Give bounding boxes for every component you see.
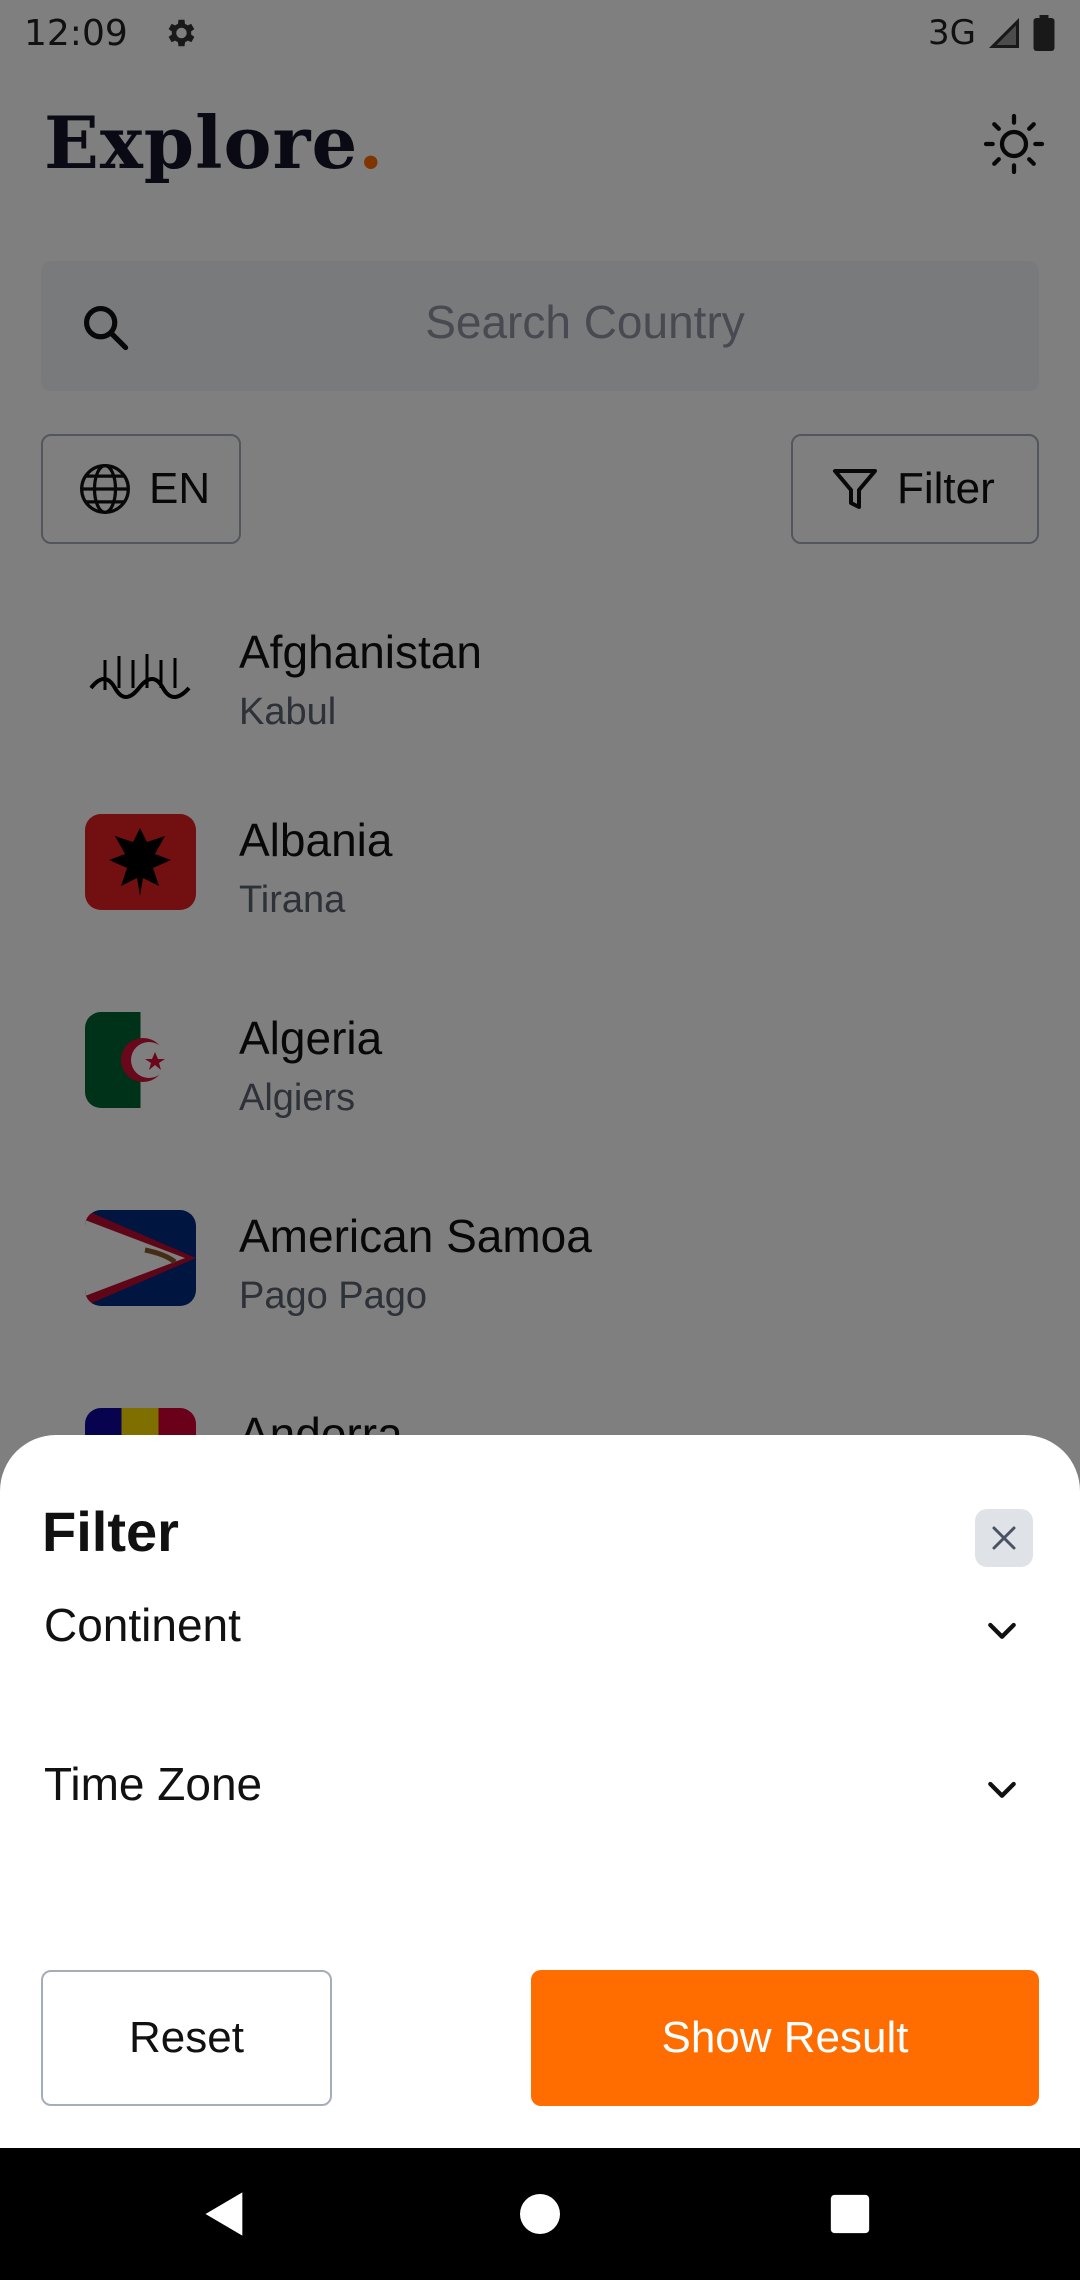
time-zone-label: Time Zone <box>44 1758 263 1810</box>
system-nav-bar <box>0 2148 1080 2280</box>
time-zone-dropdown[interactable]: Time Zone <box>0 1731 1080 1841</box>
close-icon <box>992 1526 1016 1550</box>
back-icon <box>205 2192 243 2236</box>
back-button[interactable] <box>195 2184 255 2244</box>
filter-sheet: Filter Continent Time Zone Reset Show Re… <box>0 1435 1080 2148</box>
close-button[interactable] <box>975 1509 1033 1567</box>
home-button[interactable] <box>510 2184 570 2244</box>
reset-button[interactable]: Reset <box>41 1970 332 2106</box>
continent-label: Continent <box>44 1599 241 1651</box>
chevron-down-icon <box>988 1781 1016 1798</box>
continent-dropdown[interactable]: Continent <box>0 1572 1080 1682</box>
recents-button[interactable] <box>820 2184 880 2244</box>
home-icon <box>520 2194 560 2234</box>
recents-icon <box>830 2194 870 2234</box>
sheet-title: Filter <box>42 1500 179 1563</box>
chevron-down-icon <box>988 1622 1016 1639</box>
show-result-button[interactable]: Show Result <box>531 1970 1039 2106</box>
